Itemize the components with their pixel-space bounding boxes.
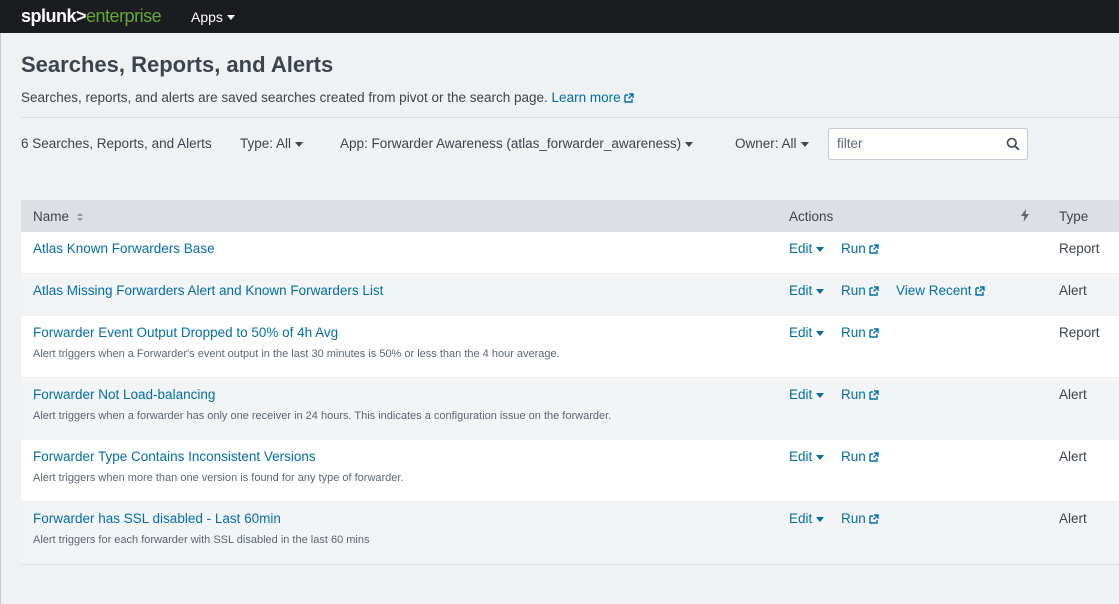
splunk-logo[interactable]: splunk>enterprise: [21, 6, 162, 26]
edit-menu-button[interactable]: Edit: [789, 449, 825, 464]
type-cell: Alert: [1059, 449, 1087, 464]
chevron-down-icon: [685, 141, 694, 147]
table-row: Forwarder has SSL disabled - Last 60min …: [21, 502, 1119, 564]
run-label: Run: [841, 511, 866, 526]
logo-text-splunk: splunk>: [21, 6, 87, 26]
run-link[interactable]: Run: [841, 511, 879, 526]
app-filter-dropdown[interactable]: App: Forwarder Awareness (atlas_forwarde…: [340, 136, 694, 151]
saved-searches-table: Name Actions Type Atlas Known Forwarders…: [21, 200, 1119, 565]
external-link-icon: [974, 286, 985, 296]
external-link-icon: [869, 514, 879, 524]
apps-menu[interactable]: Apps: [191, 9, 235, 25]
divider: [21, 117, 1119, 118]
edit-menu-button[interactable]: Edit: [789, 325, 825, 340]
table-row: Atlas Known Forwarders Base Edit Run Rep…: [21, 232, 1119, 274]
edit-label: Edit: [789, 241, 813, 256]
page-description: Searches, reports, and alerts are saved …: [21, 90, 634, 105]
run-link[interactable]: Run: [841, 387, 879, 402]
run-label: Run: [841, 241, 866, 256]
table-bottom-border: [21, 564, 1119, 565]
lightning-icon: [1021, 209, 1029, 225]
chevron-down-icon: [816, 392, 825, 398]
type-filter-dropdown[interactable]: Type: All: [240, 136, 304, 151]
external-link-icon: [869, 328, 879, 338]
type-column-header: Type: [1059, 209, 1089, 224]
learn-more-label: Learn more: [551, 90, 621, 105]
page-description-text: Searches, reports, and alerts are saved …: [21, 90, 548, 105]
owner-filter-label: Owner: All: [735, 136, 797, 151]
saved-search-description: Alert triggers for each forwarder with S…: [33, 534, 370, 546]
filter-input[interactable]: [837, 136, 997, 151]
chevron-down-icon: [226, 14, 235, 20]
top-navigation-bar: splunk>enterprise Apps: [0, 0, 1119, 33]
run-link[interactable]: Run: [841, 283, 879, 298]
run-link[interactable]: Run: [841, 241, 879, 256]
name-column-header[interactable]: Name: [33, 209, 84, 224]
saved-search-description: Alert triggers when more than one versio…: [33, 472, 404, 484]
external-link-icon: [869, 390, 879, 400]
chevron-down-icon: [816, 288, 825, 294]
sort-icon[interactable]: [76, 212, 84, 222]
chevron-down-icon: [816, 516, 825, 522]
external-link-icon: [869, 286, 879, 296]
edit-label: Edit: [789, 449, 813, 464]
edit-menu-button[interactable]: Edit: [789, 241, 825, 256]
edit-label: Edit: [789, 511, 813, 526]
edit-label: Edit: [789, 325, 813, 340]
actions-column-header: Actions: [789, 209, 834, 224]
page-left-border: [0, 33, 1, 604]
chevron-down-icon: [816, 454, 825, 460]
saved-search-name-link[interactable]: Atlas Known Forwarders Base: [33, 241, 215, 256]
view-recent-link[interactable]: View Recent: [896, 283, 985, 298]
edit-label: Edit: [789, 283, 813, 298]
results-count: 6 Searches, Reports, and Alerts: [21, 136, 212, 151]
learn-more-link[interactable]: Learn more: [552, 90, 634, 105]
type-cell: Alert: [1059, 387, 1087, 402]
table-row: Forwarder Event Output Dropped to 50% of…: [21, 316, 1119, 378]
edit-label: Edit: [789, 387, 813, 402]
page-title: Searches, Reports, and Alerts: [21, 52, 334, 77]
run-label: Run: [841, 449, 866, 464]
run-link[interactable]: Run: [841, 449, 879, 464]
run-link[interactable]: Run: [841, 325, 879, 340]
edit-menu-button[interactable]: Edit: [789, 511, 825, 526]
chevron-down-icon: [816, 246, 825, 252]
type-cell: Alert: [1059, 283, 1087, 298]
external-link-icon: [623, 93, 634, 103]
saved-search-description: Alert triggers when a Forwarder's event …: [33, 348, 560, 360]
run-label: Run: [841, 325, 866, 340]
filter-search-box[interactable]: [828, 128, 1028, 160]
run-label: Run: [841, 283, 866, 298]
table-row: Forwarder Not Load-balancing Alert trigg…: [21, 378, 1119, 440]
run-label: Run: [841, 387, 866, 402]
saved-search-name-link[interactable]: Forwarder Event Output Dropped to 50% of…: [33, 325, 338, 340]
saved-search-name-link[interactable]: Atlas Missing Forwarders Alert and Known…: [33, 283, 383, 298]
apps-menu-label: Apps: [191, 9, 223, 25]
view-recent-label: View Recent: [896, 283, 972, 298]
chevron-down-icon: [800, 141, 809, 147]
external-link-icon: [869, 244, 879, 254]
saved-search-name-link[interactable]: Forwarder Type Contains Inconsistent Ver…: [33, 449, 316, 464]
name-column-label: Name: [33, 209, 70, 224]
logo-text-enterprise: enterprise: [86, 6, 162, 26]
owner-filter-dropdown[interactable]: Owner: All: [735, 136, 809, 151]
app-filter-label: App: Forwarder Awareness (atlas_forwarde…: [340, 136, 682, 151]
search-icon[interactable]: [1006, 137, 1020, 151]
chevron-down-icon: [295, 141, 304, 147]
chevron-down-icon: [816, 330, 825, 336]
table-header: Name Actions Type: [21, 200, 1119, 232]
saved-search-name-link[interactable]: Forwarder Not Load-balancing: [33, 387, 215, 402]
type-cell: Report: [1059, 241, 1100, 256]
saved-search-description: Alert triggers when a forwarder has only…: [33, 410, 612, 422]
table-row: Atlas Missing Forwarders Alert and Known…: [21, 274, 1119, 316]
edit-menu-button[interactable]: Edit: [789, 283, 825, 298]
external-link-icon: [869, 452, 879, 462]
table-row: Forwarder Type Contains Inconsistent Ver…: [21, 440, 1119, 502]
type-cell: Report: [1059, 325, 1100, 340]
type-filter-label: Type: All: [240, 136, 292, 151]
type-cell: Alert: [1059, 511, 1087, 526]
saved-search-name-link[interactable]: Forwarder has SSL disabled - Last 60min: [33, 511, 281, 526]
edit-menu-button[interactable]: Edit: [789, 387, 825, 402]
